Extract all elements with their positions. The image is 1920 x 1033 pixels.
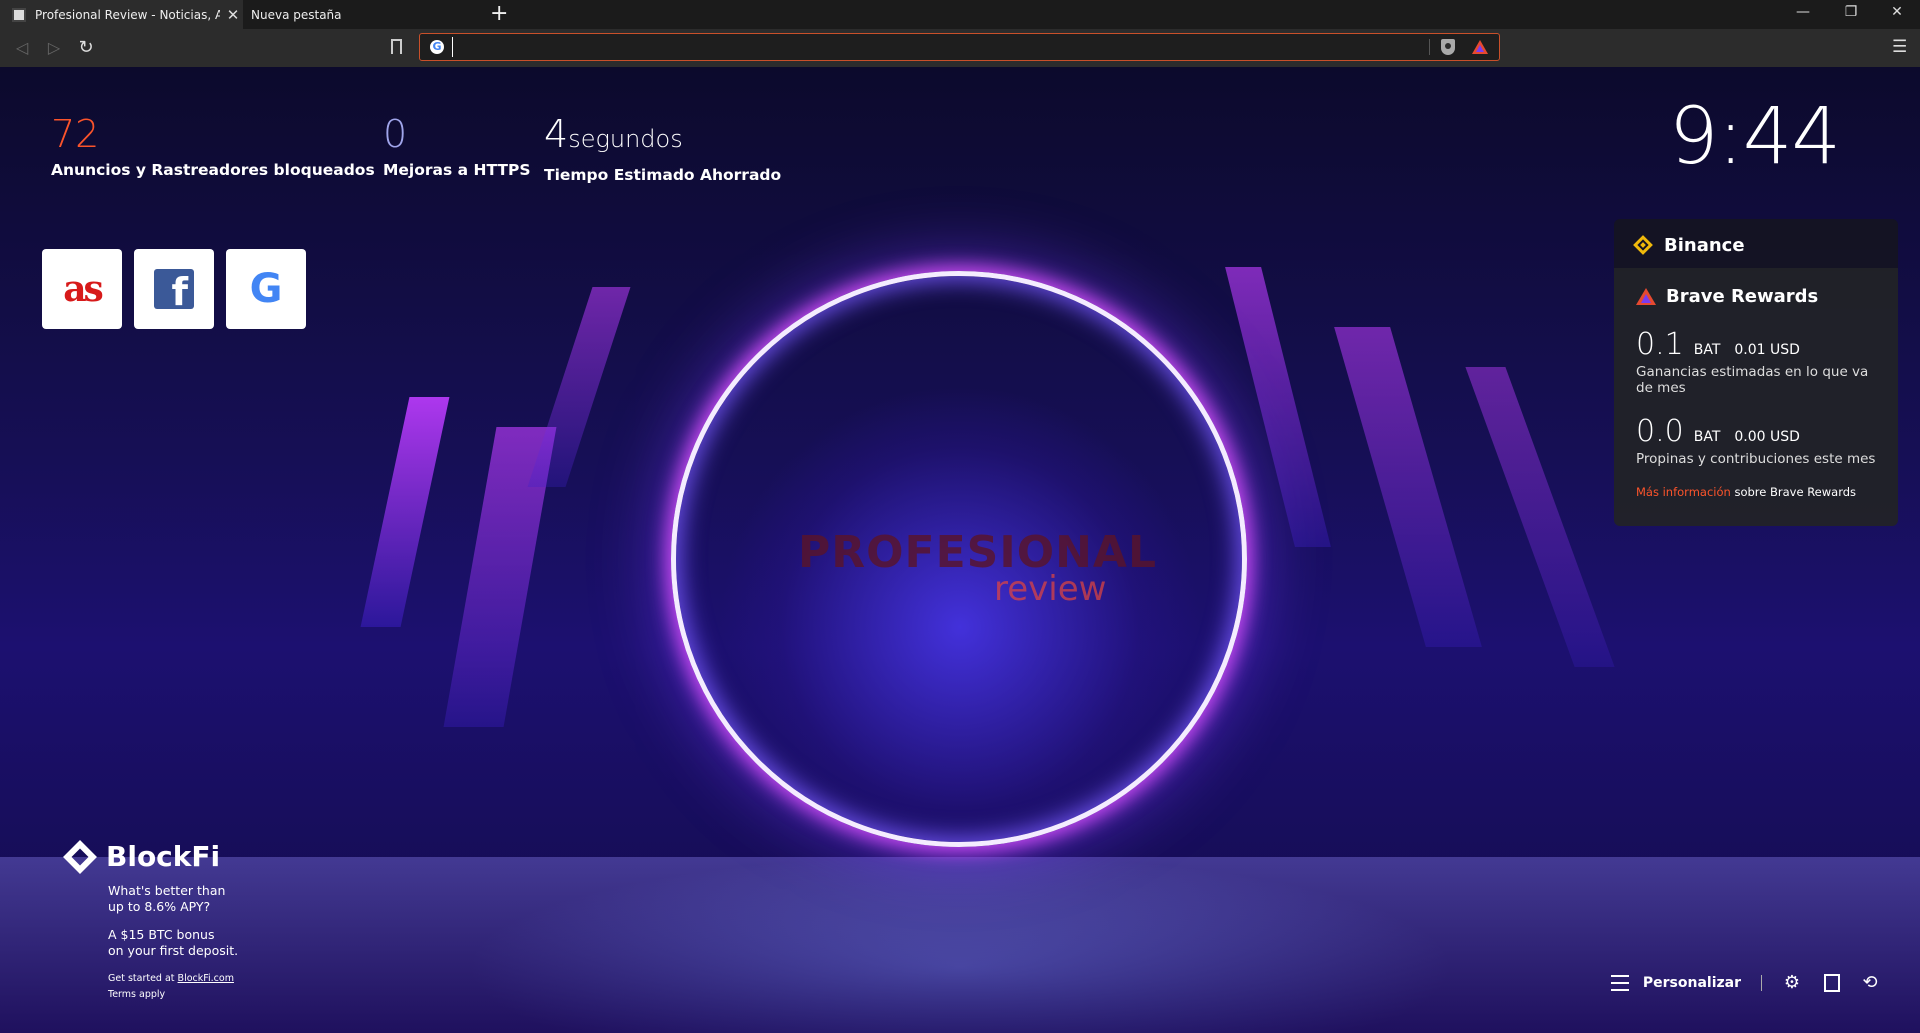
brave-rewards-icon[interactable] [1472,40,1488,54]
blockfi-sponsored-ad[interactable]: BlockFi What's better than up to 8.6% AP… [63,839,284,1003]
minimize-button[interactable]: — [1793,4,1813,20]
bottom-controls: Personalizar ⚙ ⟲ [1610,966,1880,1000]
tab-close-button[interactable]: ✕ [226,6,240,24]
close-window-button[interactable]: ✕ [1887,4,1907,20]
title-bar: Profesional Review - Noticias, Análisis … [0,0,1920,29]
rewards-more-info: Más información sobre Brave Rewards [1636,485,1876,499]
background-shard [1465,367,1615,667]
stat-value: 4 [544,112,569,156]
watermark: PROFESIONAL review [798,527,1157,609]
stat-time-saved: 4segundos Tiempo Estimado Ahorrado [544,112,781,184]
new-tab-page: PROFESIONAL review [0,67,1920,1033]
top-site-google[interactable]: G [226,249,306,329]
more-info-link[interactable]: Más información [1636,485,1731,499]
binance-widget-header[interactable]: Binance [1614,219,1898,271]
settings-gear-icon[interactable]: ⚙ [1782,973,1802,993]
back-button[interactable]: ◁ [12,38,32,58]
blockfi-name: BlockFi [106,840,221,873]
brave-rewards-widget: Brave Rewards 0.1 BAT 0.01 USD Ganancias… [1614,268,1898,526]
stat-value: 72 [51,112,100,156]
blockfi-line: What's better than [108,883,226,898]
tab-profesional-review[interactable]: Profesional Review - Noticias, Análisis … [0,0,243,29]
new-tab-button[interactable]: + [490,2,508,26]
tab-title: Nueva pestaña [251,7,342,22]
background-floor [0,857,1920,1033]
watermark-bottom: review [994,569,1107,609]
earnings-value: 0.1 [1636,327,1684,362]
customize-button[interactable]: Personalizar [1610,975,1762,991]
reload-button[interactable]: ↻ [76,38,96,58]
blockfi-line: A $15 BTC bonus [108,927,215,942]
url-input[interactable] [452,37,1452,57]
background-shard [1334,327,1482,647]
tips-unit: BAT [1693,429,1721,445]
bookmark-icon[interactable] [391,39,402,56]
restore-button[interactable]: ❐ [1841,4,1861,20]
earnings-description: Ganancias estimadas en lo que va de mes [1636,364,1869,396]
clock: 9:44 [1668,92,1841,182]
bookmarks-icon[interactable] [1824,974,1840,992]
facebook-logo-icon: f [154,269,194,309]
tips-value: 0.0 [1636,414,1684,449]
binance-icon [1633,235,1653,255]
blockfi-line: on your first deposit. [108,943,239,958]
tips-description: Propinas y contribuciones este mes [1636,451,1876,467]
blockfi-terms: Terms apply [108,989,166,1000]
brave-shields-icon[interactable] [1441,39,1455,55]
browser-toolbar: ◁ ▷ ↻ G ☰ [0,29,1920,67]
top-site-as[interactable]: as [42,249,122,329]
stat-label: Tiempo Estimado Ahorrado [544,166,782,184]
google-logo-icon: G [249,266,283,312]
rewards-earnings: 0.1 BAT 0.01 USD [1636,327,1876,362]
stat-label: Anuncios y Rastreadores bloqueados [51,161,375,179]
brave-rewards-icon [1636,288,1656,305]
background-shard [360,397,450,627]
rewards-title: Brave Rewards [1666,286,1819,307]
stat-label: Mejoras a HTTPS [383,161,531,179]
tips-usd: 0.00 USD [1734,429,1800,445]
google-search-engine-icon: G [430,40,444,54]
binance-title: Binance [1664,234,1745,256]
stat-ads-blocked: 72 Anuncios y Rastreadores bloqueados [51,112,375,179]
site-favicon-icon [12,7,26,22]
address-bar[interactable]: G [419,33,1500,61]
more-info-suffix: sobre Brave Rewards [1734,485,1857,499]
blockfi-link[interactable]: BlockFi.com [178,973,234,984]
blockfi-cta: Get started at BlockFi.com Terms apply [108,971,284,1003]
history-icon[interactable]: ⟲ [1860,973,1880,993]
as-logo-icon: as [63,268,104,310]
top-site-facebook[interactable]: f [134,249,214,329]
tab-new-tab[interactable]: Nueva pestaña [243,0,479,29]
sliders-icon [1610,975,1629,991]
rewards-tips: 0.0 BAT 0.00 USD [1636,414,1876,449]
stat-https-upgrades: 0 Mejoras a HTTPS [383,112,530,179]
customize-label: Personalizar [1642,975,1741,991]
earnings-usd: 0.01 USD [1734,342,1800,358]
background-shard [527,287,631,487]
menu-icon[interactable]: ☰ [1892,37,1908,57]
stat-value: 0 [383,112,408,156]
forward-button[interactable]: ▷ [44,38,64,58]
url-separator [1429,39,1430,55]
blockfi-copy: What's better than up to 8.6% APY? A $15… [108,883,284,959]
stat-unit: segundos [568,125,683,153]
blockfi-cta-prefix: Get started at [108,973,178,984]
tab-title: Profesional Review - Noticias, Análisis [35,7,220,22]
blockfi-line: up to 8.6% APY? [108,899,211,914]
earnings-unit: BAT [1693,342,1721,358]
blockfi-logo-icon [63,839,97,874]
